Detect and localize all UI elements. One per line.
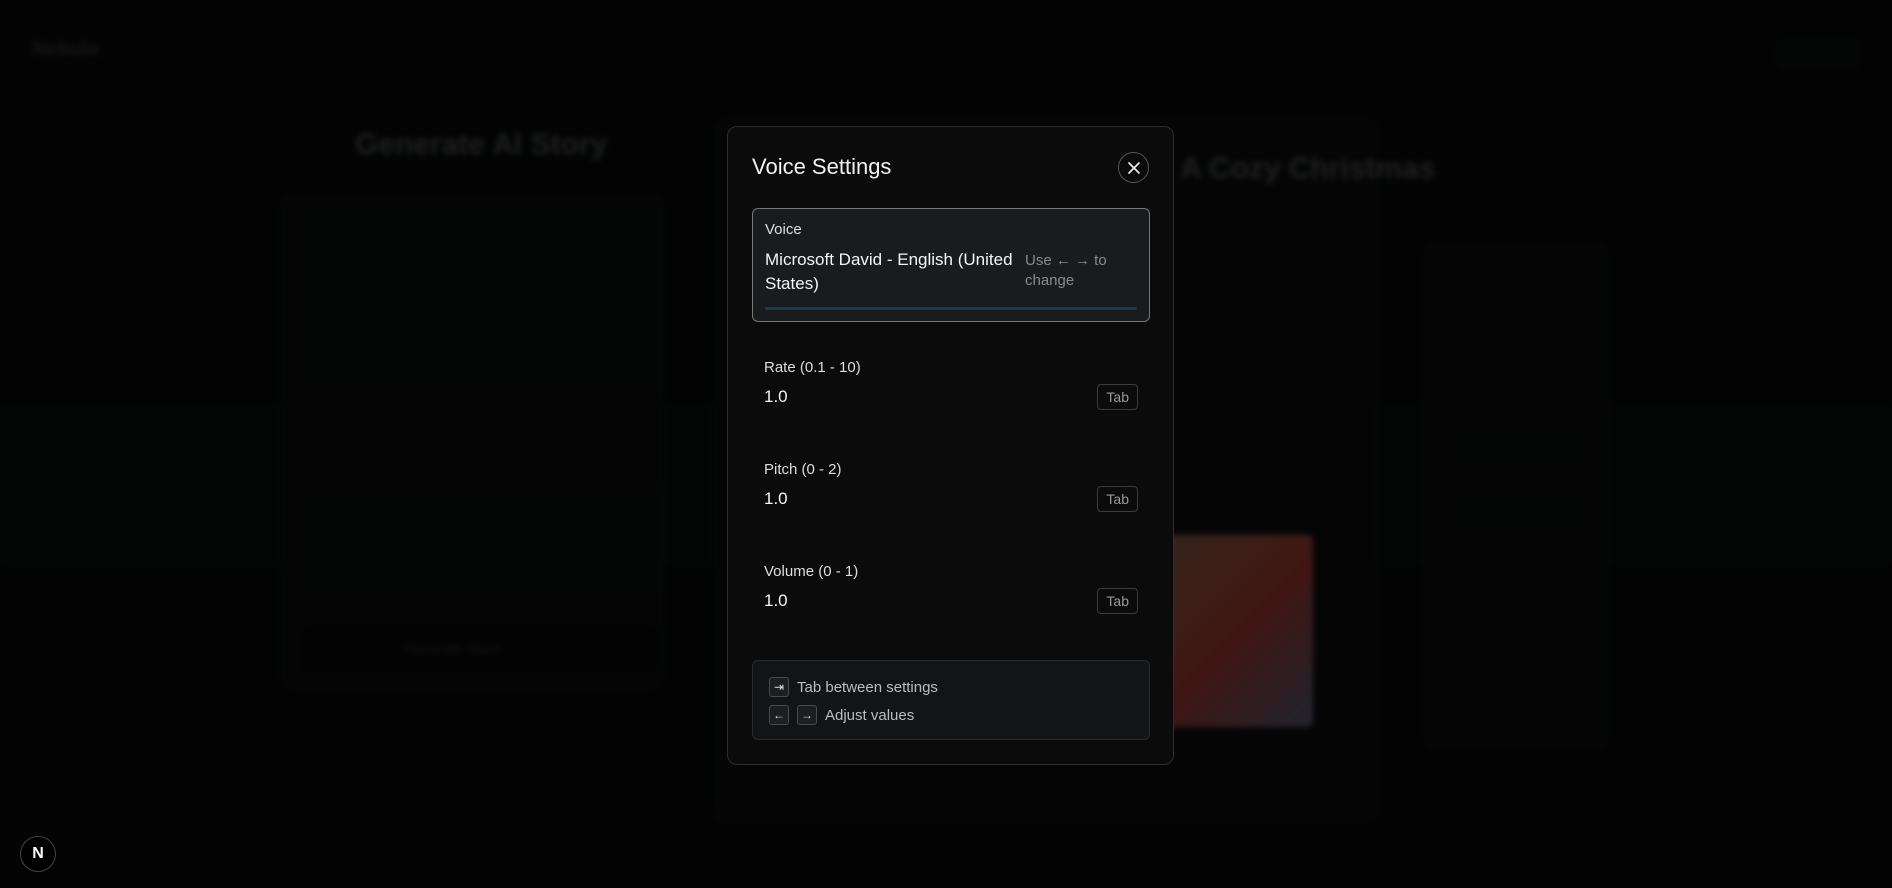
rate-label: Rate (0.1 - 10) xyxy=(764,359,861,376)
tab-key-icon: ⇥ xyxy=(769,677,789,697)
help-tab-text: Tab between settings xyxy=(797,678,938,696)
volume-label: Volume (0 - 1) xyxy=(764,563,859,580)
close-button[interactable] xyxy=(1118,152,1149,183)
help-adjust-text: Adjust values xyxy=(825,706,915,724)
voice-label: Voice xyxy=(765,221,802,238)
voice-value: Microsoft David - English (United States… xyxy=(765,250,1013,293)
nextjs-devtools-badge[interactable]: N xyxy=(20,836,56,872)
rate-field[interactable]: Rate (0.1 - 10) 1.0 Tab xyxy=(752,347,1150,429)
pitch-tab-badge: Tab xyxy=(1097,486,1138,512)
voice-hint: Use ← → to change xyxy=(1025,252,1107,289)
arrow-right-key-icon: → xyxy=(797,705,817,725)
rate-tab-badge: Tab xyxy=(1097,384,1138,410)
rate-value: 1.0 xyxy=(764,387,788,406)
help-row-tab: ⇥ Tab between settings xyxy=(769,675,1133,699)
modal-title: Voice Settings xyxy=(752,154,892,179)
pitch-label: Pitch (0 - 2) xyxy=(764,461,842,478)
pitch-field[interactable]: Pitch (0 - 2) 1.0 Tab xyxy=(752,449,1150,531)
volume-value: 1.0 xyxy=(764,591,788,610)
pitch-value: 1.0 xyxy=(764,489,788,508)
volume-field[interactable]: Volume (0 - 1) 1.0 Tab xyxy=(752,551,1150,633)
voice-settings-modal: Voice Settings Voice Microsoft David - E… xyxy=(727,126,1174,765)
voice-focus-bar xyxy=(765,307,1137,310)
arrow-left-key-icon: ← xyxy=(769,705,789,725)
help-row-adjust: ← → Adjust values xyxy=(769,703,1133,727)
volume-tab-badge: Tab xyxy=(1097,588,1138,614)
keyboard-help: ⇥ Tab between settings ← → Adjust values xyxy=(752,660,1150,740)
voice-select[interactable]: Voice Microsoft David - English (United … xyxy=(752,208,1150,322)
close-icon xyxy=(1127,161,1140,174)
